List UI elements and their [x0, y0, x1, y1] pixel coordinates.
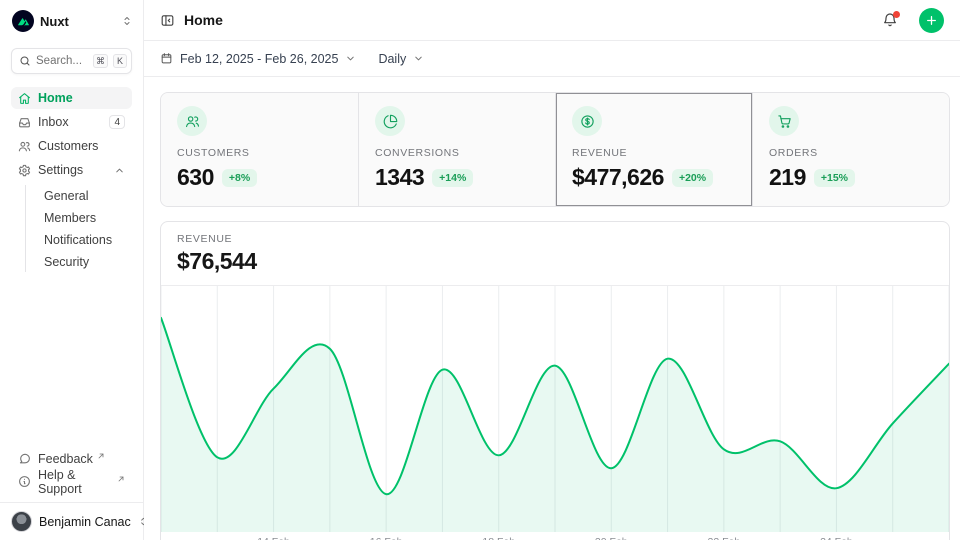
page-title: Home	[184, 12, 873, 28]
x-axis-label: 24 Feb	[820, 536, 853, 540]
chart-header: REVENUE $76,544	[161, 222, 949, 285]
external-link-icon	[117, 475, 125, 483]
sidebar-footer: Feedback Help & Support	[0, 448, 143, 496]
avatar	[11, 511, 32, 532]
chevron-up-down-icon	[121, 15, 133, 27]
kbd-cmd: ⌘	[93, 54, 108, 68]
sidebar-item-customers[interactable]: Customers	[11, 135, 132, 157]
footer-item-label: Help & Support	[38, 468, 113, 496]
stat-value: 1343	[375, 164, 424, 191]
users-icon	[177, 106, 207, 136]
chart-plot-area[interactable]	[161, 285, 949, 532]
stats-grid: CUSTOMERS 630 +8% CONVERSIONS 1343 +14%	[160, 92, 950, 207]
chevron-up-icon	[114, 165, 125, 176]
sidebar-item-settings[interactable]: Settings	[11, 159, 132, 181]
sidebar-item-security[interactable]: Security	[40, 251, 132, 272]
dashboard-app: Nuxt Search... ⌘ K Home	[0, 0, 960, 540]
x-axis-label: 20 Feb	[595, 536, 628, 540]
sub-item-label: General	[44, 189, 88, 203]
kbd-k: K	[113, 54, 127, 68]
sidebar-item-members[interactable]: Members	[40, 207, 132, 228]
inbox-count-badge: 4	[109, 115, 125, 129]
inbox-icon	[18, 116, 31, 129]
top-bar: Home	[144, 0, 960, 41]
brand-name: Nuxt	[40, 14, 115, 29]
search-input[interactable]: Search... ⌘ K	[11, 48, 132, 74]
help-support-link[interactable]: Help & Support	[11, 471, 132, 492]
sub-item-label: Notifications	[44, 233, 112, 247]
stat-card-orders[interactable]: ORDERS 219 +15%	[752, 93, 949, 206]
content: CUSTOMERS 630 +8% CONVERSIONS 1343 +14%	[144, 77, 960, 540]
sub-item-label: Security	[44, 255, 89, 269]
chevron-down-icon	[345, 53, 356, 64]
chart-title: REVENUE	[177, 233, 933, 245]
stat-card-conversions[interactable]: CONVERSIONS 1343 +14%	[358, 93, 555, 206]
stat-label: REVENUE	[572, 147, 736, 159]
chat-bubble-icon	[18, 452, 31, 465]
stat-card-revenue[interactable]: REVENUE $477,626 +20%	[555, 93, 752, 206]
stat-label: CUSTOMERS	[177, 147, 342, 159]
nuxt-logo-icon	[12, 10, 34, 32]
users-icon	[18, 140, 31, 153]
stat-delta-badge: +8%	[222, 169, 257, 187]
team-switcher[interactable]: Nuxt	[0, 0, 143, 40]
x-axis-label: 14 Feb	[257, 536, 290, 540]
calendar-icon	[160, 52, 173, 65]
sidebar-item-general[interactable]: General	[40, 185, 132, 206]
stat-value: 219	[769, 164, 806, 191]
sidebar-item-inbox[interactable]: Inbox 4	[11, 111, 132, 133]
stat-label: CONVERSIONS	[375, 147, 539, 159]
gear-icon	[18, 164, 31, 177]
sidebar: Nuxt Search... ⌘ K Home	[0, 0, 144, 540]
stat-delta-badge: +20%	[672, 169, 713, 187]
cart-icon	[769, 106, 799, 136]
external-link-icon	[97, 452, 105, 460]
info-circle-icon	[18, 475, 31, 488]
stat-delta-badge: +15%	[814, 169, 855, 187]
revenue-chart-card: REVENUE $76,544 14 Feb 16 Feb 18 Feb 20 Feb…	[160, 221, 950, 540]
stat-label: ORDERS	[769, 147, 933, 159]
notifications-button[interactable]	[882, 12, 898, 28]
x-axis-label: 22 Feb	[707, 536, 740, 540]
notification-dot	[893, 11, 900, 18]
chart-pie-icon	[375, 106, 405, 136]
sidebar-item-home[interactable]: Home	[11, 87, 132, 109]
footer-item-label: Feedback	[38, 452, 93, 466]
x-axis: 14 Feb 16 Feb 18 Feb 20 Feb 22 Feb 24 Feb	[161, 532, 949, 540]
filter-toolbar: Feb 12, 2025 - Feb 26, 2025 Daily	[144, 41, 960, 77]
dollar-icon	[572, 106, 602, 136]
sidebar-item-label: Home	[38, 91, 73, 105]
granularity-select[interactable]: Daily	[378, 52, 424, 66]
sidebar-collapse-icon[interactable]	[160, 13, 175, 28]
sidebar-item-notifications[interactable]: Notifications	[40, 229, 132, 250]
user-menu[interactable]: Benjamin Canac	[0, 502, 143, 540]
revenue-area-chart	[161, 286, 949, 532]
add-button[interactable]	[919, 8, 944, 33]
x-axis-label: 18 Feb	[482, 536, 515, 540]
sidebar-item-label: Settings	[38, 163, 83, 177]
stat-delta-badge: +14%	[432, 169, 473, 187]
sidebar-item-label: Inbox	[38, 115, 69, 129]
home-icon	[18, 92, 31, 105]
main-area: Home Feb 12, 2025 - Feb 26, 2025 Daily	[144, 0, 960, 540]
sidebar-nav: Home Inbox 4 Customers Setting	[0, 87, 143, 272]
user-name: Benjamin Canac	[39, 515, 131, 529]
stat-value: 630	[177, 164, 214, 191]
settings-sub-list: General Members Notifications Security	[25, 185, 132, 272]
search-icon	[19, 55, 31, 67]
sub-item-label: Members	[44, 211, 96, 225]
stat-card-customers[interactable]: CUSTOMERS 630 +8%	[161, 93, 358, 206]
x-axis-label: 16 Feb	[370, 536, 403, 540]
chevron-down-icon	[413, 53, 424, 64]
chart-current-value: $76,544	[177, 248, 933, 275]
feedback-link[interactable]: Feedback	[11, 448, 132, 469]
sidebar-item-label: Customers	[38, 139, 98, 153]
date-range-value: Feb 12, 2025 - Feb 26, 2025	[180, 52, 338, 66]
granularity-value: Daily	[378, 52, 406, 66]
stat-value: $477,626	[572, 164, 664, 191]
date-range-picker[interactable]: Feb 12, 2025 - Feb 26, 2025	[160, 52, 356, 66]
search-placeholder: Search...	[36, 55, 88, 67]
